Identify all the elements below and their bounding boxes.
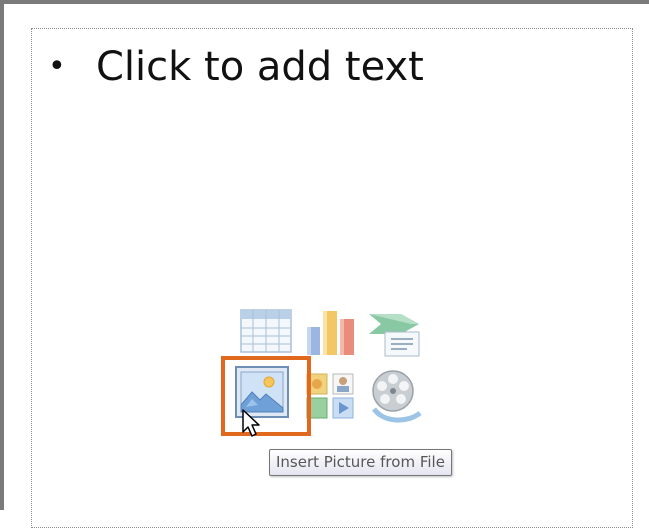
tooltip-insert-picture: Insert Picture from File (269, 449, 452, 476)
insert-smartart-icon[interactable] (367, 310, 423, 358)
insert-chart-icon[interactable] (305, 305, 357, 357)
bullet: • (48, 49, 66, 84)
insert-media-icon[interactable] (368, 369, 424, 423)
placeholder-text-line[interactable]: • Click to add text (48, 44, 424, 90)
mouse-cursor-icon (241, 408, 261, 442)
placeholder-text: Click to add text (96, 44, 424, 90)
insert-table-icon[interactable] (240, 309, 292, 353)
picture-icon-highlight (221, 356, 311, 436)
insert-clip-art-icon[interactable] (305, 372, 357, 420)
